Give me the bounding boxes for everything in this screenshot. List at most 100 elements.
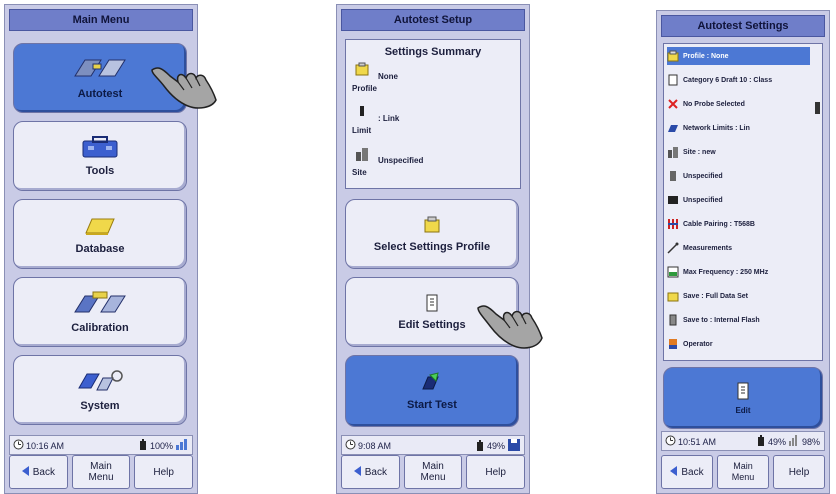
list-item[interactable]: Profile : None (667, 47, 810, 65)
clock-icon (13, 439, 24, 452)
system-button[interactable]: System (13, 355, 187, 425)
site-icon (352, 146, 372, 164)
help-label: Help (153, 466, 174, 478)
back-button[interactable]: Back (9, 455, 68, 489)
list-item[interactable]: Network Limits : Lin (667, 119, 810, 137)
profile-value: None (378, 72, 398, 81)
clock-icon (345, 439, 356, 452)
calibration-label: Calibration (71, 322, 129, 334)
battery-level: 100% (149, 440, 173, 451)
back-arrow-icon (21, 465, 30, 479)
pointing-hand-icon (474, 298, 550, 357)
limit-value: : Link (378, 114, 400, 123)
tools-button[interactable]: Tools (13, 121, 187, 191)
flash-icon (667, 314, 679, 326)
list-item-label: Save : Full Data Set (683, 292, 748, 300)
pairing-icon (667, 218, 679, 230)
status-bar: 9:08 AM 49% (341, 435, 525, 455)
remote-icon (667, 170, 679, 182)
back-arrow-icon (670, 465, 678, 479)
back-label: Back (681, 466, 704, 478)
main-menu-title: Main Menu (9, 9, 193, 31)
select-settings-profile-label: Select Settings Profile (373, 241, 491, 253)
back-arrow-icon (353, 465, 362, 479)
autotest-settings-screen: Autotest Settings Profile : None Categor… (656, 10, 830, 494)
edit-label: Edit (735, 405, 751, 415)
start-test-icon (420, 371, 444, 393)
edit-settings-label: Edit Settings (398, 319, 466, 331)
help-button[interactable]: Help (773, 455, 825, 489)
list-item[interactable]: Save : Full Data Set (667, 287, 810, 305)
list-item-label: Measurements (683, 244, 733, 252)
list-item[interactable]: Save to : Internal Flash (667, 311, 810, 329)
limit-icon (352, 104, 372, 122)
list-item[interactable]: Site : new (667, 143, 810, 161)
main-menu-label: Main Menu (731, 461, 755, 482)
summary-row-profile: Profile None (352, 62, 514, 96)
database-button[interactable]: Database (13, 199, 187, 269)
profile-folder-icon (422, 215, 442, 235)
signal-icon (788, 435, 799, 448)
edit-button[interactable]: Edit (663, 367, 823, 429)
limit-label: Limit (352, 126, 372, 135)
list-item[interactable]: Max Frequency : 250 MHz (667, 263, 810, 281)
list-item[interactable]: Measurements (667, 239, 810, 257)
summary-row-site: Site Unspecified (352, 146, 514, 180)
select-settings-profile-button[interactable]: Select Settings Profile (345, 199, 519, 269)
list-item[interactable]: Unspecified (667, 191, 810, 209)
list-item[interactable]: Cable Pairing : T568B (667, 215, 810, 233)
scrollbar[interactable] (815, 102, 820, 114)
list-item-label: Site : new (683, 148, 716, 156)
help-button[interactable]: Help (134, 455, 194, 489)
help-button[interactable]: Help (466, 455, 526, 489)
list-item-label: Save to : Internal Flash (683, 316, 760, 324)
status-time: 9:08 AM (358, 440, 392, 451)
list-item-label: No Probe Selected (683, 100, 745, 108)
battery-level: 49% (486, 441, 505, 451)
profile-icon (667, 50, 679, 62)
calibration-button[interactable]: Calibration (13, 277, 187, 347)
signal-icon (176, 439, 188, 452)
edit-icon (422, 293, 442, 313)
back-button[interactable]: Back (661, 455, 713, 489)
battery-icon (139, 439, 147, 452)
list-item-label: Profile : None (683, 52, 729, 60)
status-bar: 10:51 AM 49% 98% (661, 431, 825, 451)
site-value: Unspecified (378, 156, 424, 165)
document-icon (667, 74, 679, 86)
database-icon (82, 213, 118, 237)
list-item[interactable]: No Probe Selected (667, 95, 810, 113)
database-label: Database (75, 243, 125, 255)
summary-title: Settings Summary (384, 46, 482, 58)
frequency-icon (667, 266, 679, 278)
clock-icon (665, 435, 676, 448)
main-menu-button[interactable]: Main Menu (403, 455, 463, 489)
start-test-button[interactable]: Start Test (345, 355, 519, 427)
help-label: Help (485, 466, 506, 478)
site-label: Site (352, 168, 367, 177)
status-bar: 10:16 AM 100% (9, 435, 193, 455)
autotest-setup-screen: Autotest Setup Settings Summary Profile … (336, 4, 530, 494)
profile-label: Profile (352, 84, 377, 93)
battery-icon (476, 439, 484, 453)
status-time: 10:51 AM (678, 436, 717, 447)
list-item[interactable]: Category 6 Draft 10 : Class (667, 71, 810, 89)
list-item[interactable]: Operator (667, 335, 810, 353)
operator-icon (667, 338, 679, 350)
list-item-label: Category 6 Draft 10 : Class (683, 76, 773, 84)
main-menu-button[interactable]: Main Menu (717, 455, 769, 489)
settings-summary: Settings Summary Profile None Limit : Li… (345, 39, 521, 189)
signal-level: 98% (801, 436, 820, 447)
list-item[interactable]: Unspecified (667, 167, 810, 185)
network-icon (667, 122, 679, 134)
list-item-label: Cable Pairing : T568B (683, 220, 755, 228)
main-menu-button[interactable]: Main Menu (71, 455, 131, 489)
x-mark-icon (667, 98, 679, 110)
autotest-label: Autotest (77, 88, 123, 100)
system-label: System (80, 400, 120, 412)
system-icon (75, 368, 125, 394)
list-item-label: Unspecified (683, 196, 723, 204)
summary-row-limit: Limit : Link (352, 104, 514, 138)
back-button[interactable]: Back (341, 455, 400, 489)
edit-icon (735, 382, 751, 400)
